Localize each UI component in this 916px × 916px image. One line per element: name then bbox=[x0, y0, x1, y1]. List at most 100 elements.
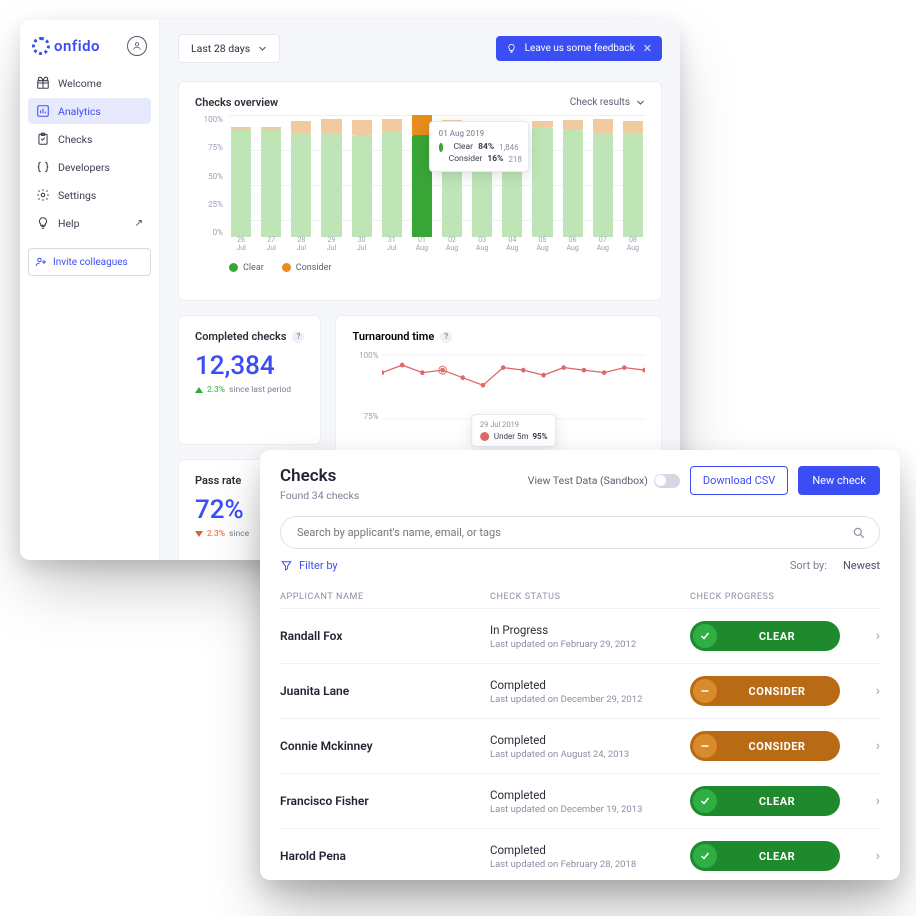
braces-icon bbox=[36, 160, 50, 174]
col-check-progress: CHECK PROGRESS bbox=[690, 592, 880, 602]
checks-table: APPLICANT NAME CHECK STATUS CHECK PROGRE… bbox=[280, 586, 880, 883]
sandbox-toggle-group: View Test Data (Sandbox) bbox=[528, 474, 680, 488]
chart-bar[interactable] bbox=[259, 115, 283, 237]
progress-pill-clear: CLEAR bbox=[690, 841, 840, 871]
turnaround-tooltip: 29 Jul 2019Under 5m 95% bbox=[471, 414, 557, 447]
overview-title: Checks overview bbox=[195, 96, 278, 109]
table-row[interactable]: Randall Fox In ProgressLast updated on F… bbox=[280, 608, 880, 663]
check-status: Completed bbox=[490, 843, 690, 857]
progress-pill-clear: CLEAR bbox=[690, 621, 840, 651]
chevron-right-icon: › bbox=[864, 628, 880, 644]
chart-tooltip: 01 Aug 2019Clear84%1,846Consider16%218 bbox=[429, 121, 529, 172]
sidebar-item-help[interactable]: Help↗ bbox=[28, 210, 151, 236]
applicant-name: Harold Pena bbox=[280, 849, 490, 863]
sidebar-item-checks[interactable]: Checks bbox=[28, 126, 151, 152]
help-icon[interactable]: ? bbox=[292, 331, 304, 343]
invite-label: Invite colleagues bbox=[53, 257, 128, 268]
checks-panel: Checks Found 34 checks View Test Data (S… bbox=[260, 450, 900, 880]
completed-delta: 2.3% since last period bbox=[195, 385, 304, 395]
user-plus-icon bbox=[35, 256, 47, 268]
chart-bar[interactable] bbox=[621, 115, 645, 237]
completed-title: Completed checks bbox=[195, 330, 286, 343]
toolbar: Last 28 days Leave us some feedback ✕ bbox=[178, 34, 662, 63]
invite-colleagues-button[interactable]: Invite colleagues bbox=[28, 248, 151, 276]
table-row[interactable]: Francisco Fisher CompletedLast updated o… bbox=[280, 773, 880, 828]
checks-title: Checks bbox=[280, 466, 359, 486]
overview-chart: 100%75%50%25%0% 26Jul27Jul28Jul29Jul30Ju… bbox=[195, 115, 645, 255]
chart-bar[interactable] bbox=[561, 115, 585, 237]
check-status: Completed bbox=[490, 788, 690, 802]
checks-subtitle: Found 34 checks bbox=[280, 489, 359, 502]
brand-logo-icon bbox=[32, 37, 50, 55]
chevron-down-icon bbox=[258, 44, 267, 53]
table-row[interactable]: Juanita Lane CompletedLast updated on De… bbox=[280, 663, 880, 718]
new-check-button[interactable]: New check bbox=[798, 466, 880, 495]
download-csv-button[interactable]: Download CSV bbox=[690, 466, 788, 495]
triangle-up-icon bbox=[195, 387, 203, 393]
search-input[interactable] bbox=[280, 516, 880, 549]
chart-bar[interactable] bbox=[229, 115, 253, 237]
last-updated: Last updated on February 28, 2018 bbox=[490, 859, 690, 870]
chart-bar[interactable] bbox=[350, 115, 374, 237]
gift-icon bbox=[36, 76, 50, 90]
checks-overview-card: Checks overview Check results 100%75%50%… bbox=[178, 81, 662, 301]
sidebar-nav: WelcomeAnalyticsChecksDevelopersSettings… bbox=[28, 70, 151, 236]
check-status: In Progress bbox=[490, 623, 690, 637]
sidebar-item-developers[interactable]: Developers bbox=[28, 154, 151, 180]
turnaround-title: Turnaround time bbox=[352, 330, 434, 343]
applicant-name: Juanita Lane bbox=[280, 684, 490, 698]
minus-icon bbox=[699, 740, 711, 752]
check-results-dropdown[interactable]: Check results bbox=[570, 97, 645, 108]
chevron-right-icon: › bbox=[864, 738, 880, 754]
sidebar: onfido WelcomeAnalyticsChecksDevelopersS… bbox=[20, 20, 160, 560]
chart-bar[interactable] bbox=[319, 115, 343, 237]
applicant-name: Francisco Fisher bbox=[280, 794, 490, 808]
check-icon bbox=[699, 795, 711, 807]
sidebar-item-welcome[interactable]: Welcome bbox=[28, 70, 151, 96]
filter-icon bbox=[280, 559, 293, 572]
col-check-status: CHECK STATUS bbox=[490, 592, 690, 602]
minus-icon bbox=[699, 685, 711, 697]
brand: onfido bbox=[28, 32, 151, 70]
chart-bar[interactable] bbox=[591, 115, 615, 237]
turnaround-chart: 100%75% 29 Jul 2019Under 5m 95% bbox=[352, 351, 645, 421]
bar-chart-icon bbox=[36, 104, 50, 118]
external-link-icon: ↗ bbox=[135, 218, 143, 229]
table-row[interactable]: Connie Mckinney CompletedLast updated on… bbox=[280, 718, 880, 773]
table-header: APPLICANT NAME CHECK STATUS CHECK PROGRE… bbox=[280, 586, 880, 608]
chevron-right-icon: › bbox=[864, 848, 880, 864]
progress-pill-consider: CONSIDER bbox=[690, 676, 840, 706]
pass-title: Pass rate bbox=[195, 474, 241, 487]
account-avatar-button[interactable] bbox=[127, 36, 147, 56]
sandbox-toggle[interactable] bbox=[654, 474, 680, 488]
sort-by-label: Sort by: bbox=[790, 559, 827, 572]
check-icon bbox=[699, 850, 711, 862]
close-icon[interactable]: ✕ bbox=[643, 42, 652, 55]
completed-value: 12,384 bbox=[195, 351, 304, 381]
legend-consider-dot bbox=[282, 263, 291, 272]
sidebar-item-analytics[interactable]: Analytics bbox=[28, 98, 151, 124]
gear-icon bbox=[36, 188, 50, 202]
feedback-banner[interactable]: Leave us some feedback ✕ bbox=[496, 36, 662, 61]
triangle-down-icon bbox=[195, 531, 203, 537]
sort-by-selector[interactable]: Newest bbox=[843, 559, 880, 572]
range-label: Last 28 days bbox=[191, 42, 250, 55]
col-applicant-name: APPLICANT NAME bbox=[280, 592, 490, 602]
check-status: Completed bbox=[490, 733, 690, 747]
filter-by-button[interactable]: Filter by bbox=[280, 559, 338, 572]
help-icon[interactable]: ? bbox=[440, 331, 452, 343]
check-status: Completed bbox=[490, 678, 690, 692]
applicant-name: Randall Fox bbox=[280, 629, 490, 643]
chart-bar[interactable] bbox=[530, 115, 554, 237]
chart-bar[interactable] bbox=[289, 115, 313, 237]
chevron-down-icon bbox=[636, 98, 645, 107]
bulb-icon bbox=[506, 43, 517, 54]
applicant-name: Connie Mckinney bbox=[280, 739, 490, 753]
sidebar-item-settings[interactable]: Settings bbox=[28, 182, 151, 208]
table-row[interactable]: Harold Pena Completed Last updated on Feb… bbox=[280, 828, 880, 883]
date-range-selector[interactable]: Last 28 days bbox=[178, 34, 280, 63]
user-icon bbox=[132, 41, 142, 51]
search-icon bbox=[852, 526, 866, 540]
chart-bar[interactable] bbox=[380, 115, 404, 237]
overview-legend: Clear Consider bbox=[195, 263, 645, 273]
